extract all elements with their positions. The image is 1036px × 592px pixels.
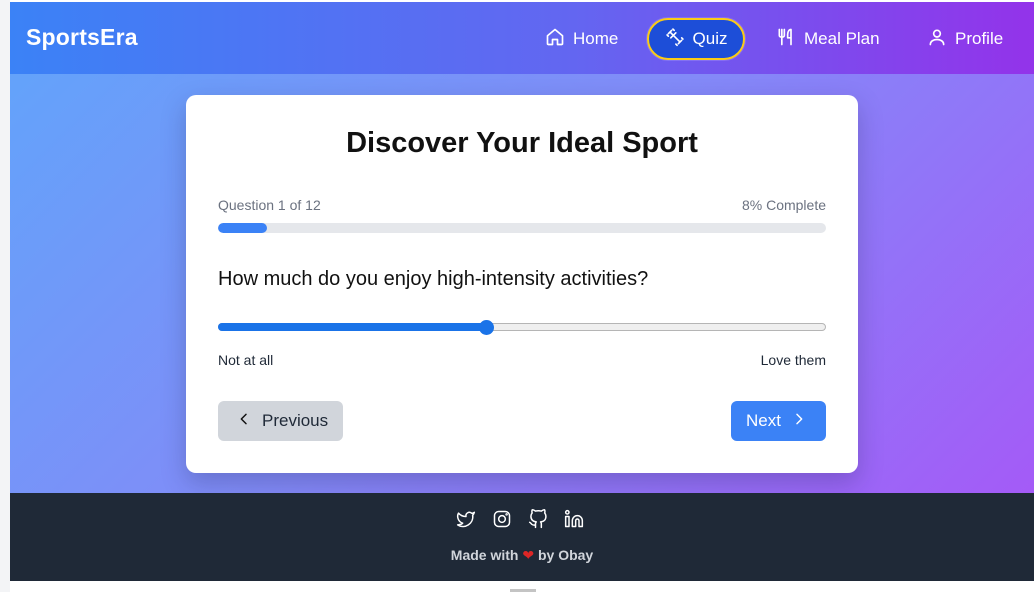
nav-profile[interactable]: Profile	[917, 18, 1013, 60]
scale-min-label: Not at all	[218, 352, 274, 368]
github-icon[interactable]	[528, 509, 548, 534]
slider-scale-labels: Not at all Love them	[218, 352, 826, 368]
twitter-icon[interactable]	[456, 509, 476, 534]
next-button-label: Next	[746, 411, 781, 430]
slider-thumb[interactable]	[478, 320, 494, 335]
instagram-icon[interactable]	[492, 509, 512, 534]
progress-bar	[218, 223, 826, 233]
scale-max-label: Love them	[760, 352, 826, 368]
home-icon	[545, 27, 565, 52]
next-button[interactable]: Next	[731, 401, 826, 441]
footer-made-with: Made with	[450, 547, 519, 563]
nav-quiz-label: Quiz	[692, 29, 728, 48]
progress-bar-fill	[218, 223, 267, 233]
utensils-icon	[776, 27, 796, 52]
intensity-slider[interactable]	[218, 320, 826, 335]
footer-credit: Made with ❤ by Obay	[10, 547, 1034, 564]
dumbbell-icon	[665, 27, 685, 52]
nav-home-label: Home	[573, 29, 619, 48]
chevron-right-icon	[791, 411, 807, 432]
chevron-left-icon	[236, 411, 252, 432]
heart-icon: ❤	[522, 547, 535, 563]
nav-profile-label: Profile	[955, 29, 1004, 48]
window-edge	[0, 0, 10, 592]
question-text: How much do you enjoy high-intensity act…	[218, 268, 649, 290]
footer: Made with ❤ by Obay	[10, 493, 1034, 581]
nav-meal-plan[interactable]: Meal Plan	[766, 18, 890, 60]
brand-logo[interactable]: SportsEra	[26, 24, 138, 51]
progress-labels: Question 1 of 12 8% Complete	[218, 197, 826, 213]
quiz-title: Discover Your Ideal Sport	[346, 127, 698, 159]
user-icon	[927, 27, 947, 52]
slider-fill	[218, 323, 486, 331]
previous-button-label: Previous	[262, 411, 329, 430]
question-counter: Question 1 of 12	[218, 197, 321, 213]
social-links	[456, 509, 584, 534]
navbar: SportsEra Home Quiz Meal Plan Profile	[10, 2, 1034, 74]
linkedin-icon[interactable]	[564, 509, 584, 534]
footer-author: by Obay	[537, 547, 594, 563]
app-root: SportsEra Home Quiz Meal Plan Profile Di…	[10, 2, 1034, 581]
previous-button[interactable]: Previous	[218, 401, 343, 441]
progress-percent: 8% Complete	[741, 197, 826, 213]
nav-home[interactable]: Home	[535, 18, 628, 60]
quiz-card: Discover Your Ideal Sport Question 1 of …	[186, 95, 858, 473]
nav-quiz[interactable]: Quiz	[647, 18, 745, 60]
nav-meal-plan-label: Meal Plan	[804, 29, 880, 48]
